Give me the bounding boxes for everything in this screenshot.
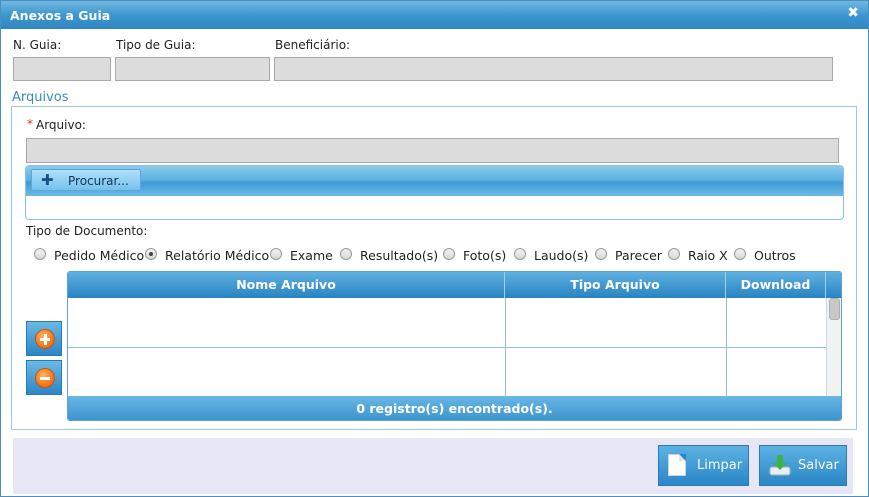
plus-icon: ✚ [41, 171, 54, 189]
dialog-title: Anexos a Guia [10, 8, 111, 23]
limpar-button[interactable]: Limpar [658, 445, 749, 486]
file-uploader: ✚ Procurar... [25, 165, 844, 220]
clear-document-icon [668, 454, 686, 476]
radio-label: Foto(s) [463, 248, 507, 263]
browse-button[interactable]: ✚ Procurar... [31, 169, 141, 191]
guia-field[interactable] [13, 57, 111, 81]
add-file-button[interactable] [26, 321, 62, 356]
uploader-toolbar: ✚ Procurar... [26, 166, 843, 196]
radio-label: Outros [754, 248, 796, 263]
tipo-guia-label: Tipo de Guia: [116, 38, 196, 52]
scrollbar-thumb[interactable] [829, 298, 840, 320]
remove-circle-icon [35, 368, 55, 388]
remove-file-button[interactable] [26, 360, 62, 395]
radio-dot [668, 248, 680, 260]
column-header-download[interactable]: Download [726, 272, 826, 298]
radio-label: Resultado(s) [360, 248, 439, 263]
radio-dot [443, 248, 455, 260]
radio-label: Pedido Médico [54, 248, 145, 263]
beneficiario-field[interactable] [274, 57, 833, 81]
add-circle-icon [35, 329, 55, 349]
dialog-titlebar: Anexos a Guia ✖ [1, 1, 868, 29]
radio-label: Parecer [615, 248, 662, 263]
radio-dot [34, 248, 46, 260]
radio-dot [340, 248, 352, 260]
column-header-nome-arquivo[interactable]: Nome Arquivo [68, 272, 505, 298]
radio-dot [514, 248, 526, 260]
radio-label: Raio X [688, 248, 728, 263]
tipo-documento-label: Tipo de Documento: [26, 224, 148, 238]
radio-dot [270, 248, 282, 260]
beneficiario-label: Beneficiário: [275, 38, 351, 52]
salvar-button-label: Salvar [798, 458, 839, 473]
radio-label: Relatório Médico [165, 248, 270, 263]
guia-label: N. Guia: [13, 38, 62, 52]
close-icon[interactable]: ✖ [847, 5, 859, 21]
grid-scrollbar[interactable] [826, 298, 841, 396]
arquivos-grid: Nome Arquivo Tipo Arquivo Download 0 reg… [67, 271, 842, 421]
radio-dot [595, 248, 607, 260]
save-download-icon [769, 455, 791, 476]
radio-label: Exame [290, 248, 333, 263]
arquivos-section-title: Arquivos [12, 90, 69, 105]
radio-dot [734, 248, 746, 260]
column-header-tipo-arquivo[interactable]: Tipo Arquivo [505, 272, 726, 298]
limpar-button-label: Limpar [697, 458, 743, 473]
arquivo-label: Arquivo: [36, 118, 86, 132]
browse-button-label: Procurar... [68, 174, 129, 188]
grid-header: Nome Arquivo Tipo Arquivo Download [68, 272, 841, 298]
radio-label: Laudo(s) [534, 248, 589, 263]
arquivo-field[interactable] [26, 138, 839, 163]
anexos-dialog: Anexos a Guia ✖ N. Guia: Tipo de Guia: B… [0, 0, 869, 497]
grid-footer-count: 0 registro(s) encontrado(s). [68, 396, 841, 420]
radio-dot-checked [145, 248, 157, 260]
grid-row-divider [68, 347, 826, 348]
required-marker: * [27, 117, 33, 131]
tipo-guia-field[interactable] [115, 57, 270, 81]
salvar-button[interactable]: Salvar [759, 445, 847, 486]
